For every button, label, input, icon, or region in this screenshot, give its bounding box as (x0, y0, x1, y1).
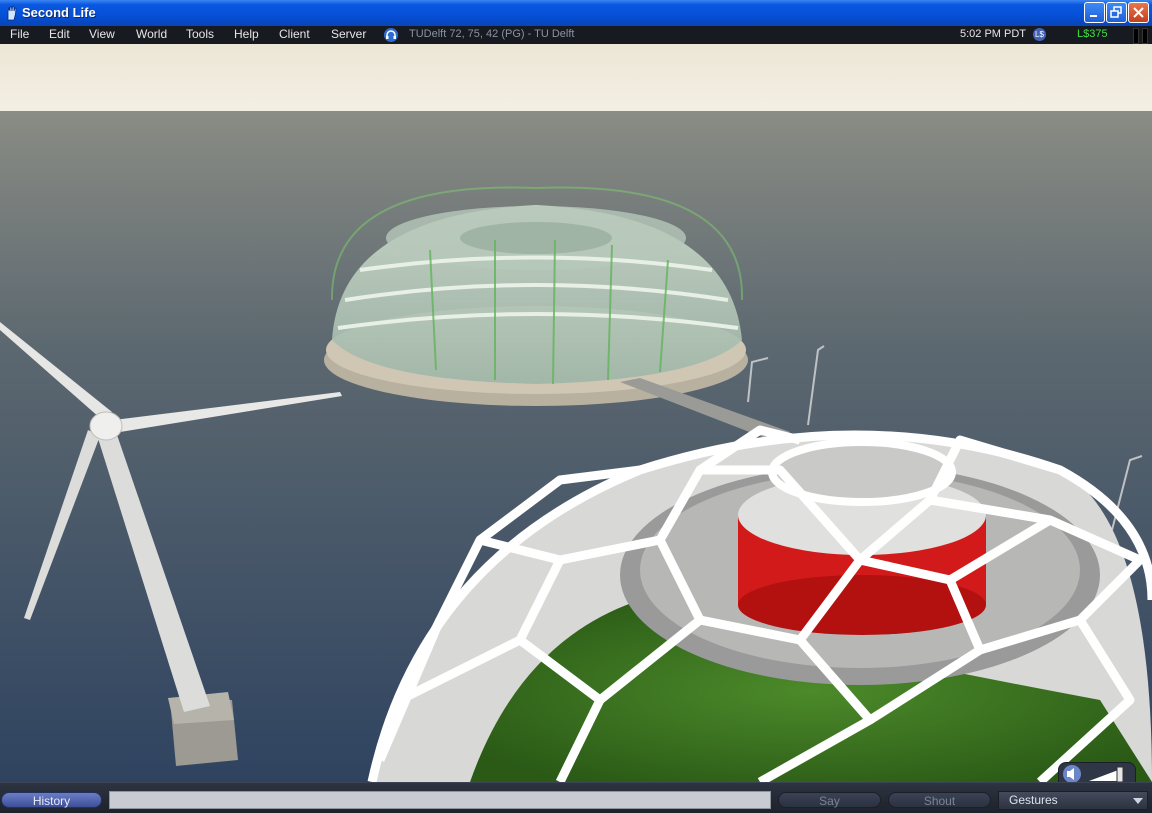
linden-dollar-icon[interactable]: L$ (1033, 28, 1046, 41)
close-button[interactable] (1128, 2, 1149, 23)
gestures-dropdown[interactable]: Gestures (998, 791, 1148, 810)
status-block (1133, 28, 1139, 44)
chevron-down-icon (1133, 798, 1143, 804)
window-title: Second Life (22, 5, 96, 20)
say-button[interactable]: Say (778, 792, 881, 808)
voice-headset-icon[interactable] (383, 27, 399, 43)
menu-server[interactable]: Server (331, 27, 366, 41)
menu-file[interactable]: File (10, 27, 29, 41)
menu-help[interactable]: Help (234, 27, 259, 41)
history-button[interactable]: History (1, 792, 102, 808)
maximize-button[interactable] (1106, 2, 1127, 23)
minimize-button[interactable] (1084, 2, 1105, 23)
location-text[interactable]: TUDelft 72, 75, 42 (PG) - TU Delft (409, 28, 574, 40)
maximize-icon (1110, 6, 1122, 18)
menu-client[interactable]: Client (279, 27, 310, 41)
minimize-icon (1090, 15, 1097, 17)
menu-tools[interactable]: Tools (186, 27, 214, 41)
chat-bar: History Say Shout Gestures (0, 782, 1152, 813)
clock-text: 5:02 PM PDT (960, 28, 1027, 40)
world-viewport[interactable] (0, 44, 1152, 782)
close-icon (1133, 7, 1144, 18)
gestures-value: Gestures (1009, 793, 1058, 807)
menu-edit[interactable]: Edit (49, 27, 70, 41)
balance-text: L$375 (1077, 28, 1108, 40)
menu-world[interactable]: World (136, 27, 167, 41)
status-block (1142, 28, 1148, 44)
world-scene (0, 44, 1152, 782)
chat-input[interactable] (109, 791, 771, 809)
second-life-hand-icon (7, 5, 17, 21)
sky (0, 44, 1152, 111)
menu-bar: File Edit View World Tools Help Client S… (0, 26, 1152, 44)
shout-button[interactable]: Shout (888, 792, 991, 808)
menu-view[interactable]: View (89, 27, 115, 41)
window-titlebar[interactable]: Second Life (0, 0, 1152, 27)
